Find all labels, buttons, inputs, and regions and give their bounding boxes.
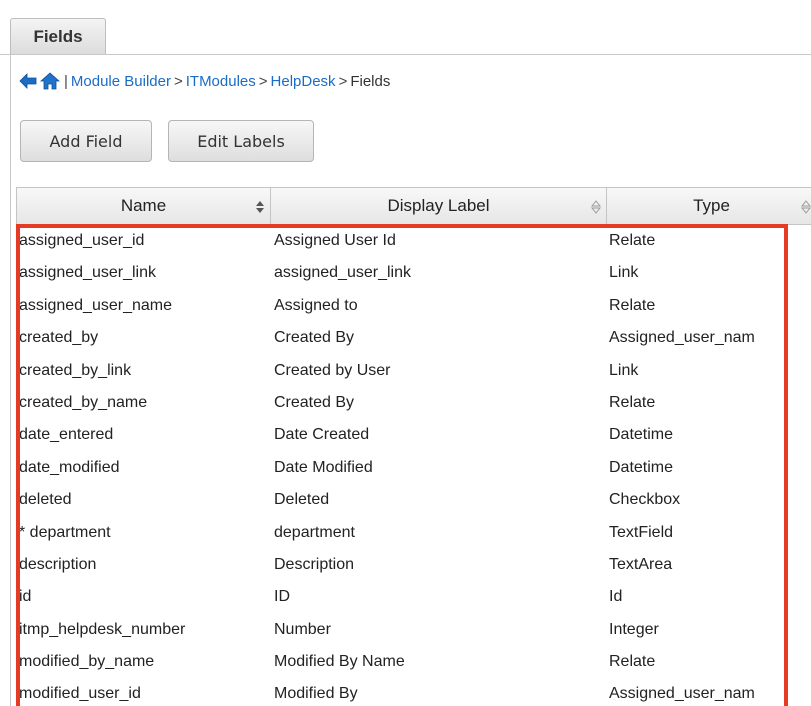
type-cell: Assigned_user_nam (609, 329, 755, 347)
display-label-cell: Created by User (274, 361, 391, 379)
display-label-cell: Assigned to (274, 296, 358, 314)
type-cell: Link (609, 264, 639, 282)
add-field-button[interactable]: Add Field (20, 120, 152, 162)
tab-fields[interactable]: Fields (10, 18, 106, 54)
breadcrumb-divider: | (64, 72, 68, 90)
field-name-cell[interactable]: modified_user_id (19, 678, 269, 706)
column-header-type[interactable]: Type (607, 188, 811, 224)
table-row[interactable]: itmp_helpdesk_number Number Integer (16, 614, 811, 646)
column-header-display-label[interactable]: Display Label (271, 188, 607, 224)
type-cell: Relate (609, 393, 656, 411)
field-name-cell[interactable]: * department (19, 517, 269, 549)
type-cell: Integer (609, 620, 659, 638)
display-label-cell: Date Created (274, 426, 370, 444)
table-row[interactable]: * department department TextField (16, 517, 811, 549)
column-header-name[interactable]: Name (16, 188, 271, 224)
table-row[interactable]: modified_by_name Modified By Name Relate (16, 646, 811, 678)
field-name-cell[interactable]: assigned_user_link (19, 257, 269, 289)
column-header-label: Name (120, 196, 167, 215)
display-label-cell: Created By (274, 329, 355, 347)
type-cell: Relate (609, 296, 656, 314)
table-row[interactable]: assigned_user_name Assigned to Relate (16, 290, 811, 322)
field-name-cell[interactable]: created_by_link (19, 355, 269, 387)
field-name-cell[interactable]: assigned_user_id (19, 225, 269, 257)
field-name-cell[interactable]: deleted (19, 484, 269, 516)
sort-icon[interactable] (255, 199, 265, 219)
field-name-cell[interactable]: description (19, 549, 269, 581)
table-body: assigned_user_id Assigned User Id Relate as… (16, 225, 811, 706)
type-cell: Link (609, 361, 639, 379)
fields-table: Name Display Label Type assigned_user_id… (16, 187, 811, 706)
breadcrumb-helpdesk[interactable]: HelpDesk (271, 73, 336, 90)
display-label-cell: assigned_user_link (274, 264, 411, 282)
display-label-cell: department (274, 523, 355, 541)
type-cell: Assigned_user_nam (609, 685, 755, 703)
display-label-cell: Deleted (274, 491, 330, 509)
display-label-cell: Modified By (274, 685, 358, 703)
table-row[interactable]: assigned_user_link assigned_user_link Link (16, 257, 811, 289)
field-name-cell[interactable]: date_modified (19, 452, 269, 484)
table-row[interactable]: description Description TextArea (16, 549, 811, 581)
table-row[interactable]: created_by Created By Assigned_user_nam (16, 322, 811, 354)
table-row[interactable]: date_modified Date Modified Datetime (16, 452, 811, 484)
sort-icon[interactable] (800, 199, 811, 219)
type-cell: TextArea (609, 555, 673, 573)
display-label-cell: Modified By Name (274, 653, 405, 671)
field-name-cell[interactable]: created_by (19, 322, 269, 354)
display-label-cell: Number (274, 620, 331, 638)
sort-icon[interactable] (590, 199, 602, 219)
breadcrumb-module-builder[interactable]: Module Builder (71, 73, 171, 90)
column-header-label: Display Label (387, 196, 490, 215)
table-row[interactable]: modified_user_id Modified By Assigned_user… (16, 678, 811, 706)
display-label-cell: Date Modified (274, 458, 373, 476)
field-name-cell[interactable]: created_by_name (19, 387, 269, 419)
type-cell: Relate (609, 653, 656, 671)
field-name-cell[interactable]: id (19, 581, 269, 613)
panel-border (10, 54, 11, 706)
tab-bar: Fields (0, 0, 811, 55)
back-arrow-icon[interactable] (18, 72, 38, 90)
display-label-cell: ID (274, 588, 290, 606)
breadcrumb-itmodules[interactable]: ITModules (186, 73, 256, 90)
field-name-cell[interactable]: itmp_helpdesk_number (19, 614, 269, 646)
field-name-cell[interactable]: date_entered (19, 419, 269, 451)
breadcrumb-current: Fields (350, 72, 391, 90)
field-name-cell[interactable]: assigned_user_name (19, 290, 269, 322)
table-row[interactable]: deleted Deleted Checkbox (16, 484, 811, 516)
table-header: Name Display Label Type (16, 187, 811, 225)
breadcrumb-separator: > (173, 72, 183, 90)
display-label-cell: Created By (274, 393, 355, 411)
type-cell: Relate (609, 232, 656, 249)
field-name-cell[interactable]: modified_by_name (19, 646, 269, 678)
table-row[interactable]: created_by_link Created by User Link (16, 355, 811, 387)
edit-labels-button[interactable]: Edit Labels (168, 120, 314, 162)
breadcrumb-separator: > (338, 72, 348, 90)
type-cell: TextField (609, 523, 674, 541)
type-cell: Datetime (609, 458, 674, 476)
display-label-cell: Description (274, 555, 355, 573)
home-icon[interactable] (40, 71, 60, 91)
table-row[interactable]: id ID Id (16, 581, 811, 613)
table-row[interactable]: date_entered Date Created Datetime (16, 419, 811, 451)
type-cell: Datetime (609, 426, 674, 444)
breadcrumb-separator: > (258, 72, 268, 90)
table-row[interactable]: assigned_user_id Assigned User Id Relate (16, 225, 811, 257)
type-cell: Id (609, 588, 623, 606)
table-row[interactable]: created_by_name Created By Relate (16, 387, 811, 419)
display-label-cell: Assigned User Id (274, 232, 396, 249)
breadcrumb: | Module Builder > ITModules > HelpDesk … (18, 68, 390, 94)
column-header-label: Type (693, 196, 730, 215)
type-cell: Checkbox (609, 491, 681, 509)
